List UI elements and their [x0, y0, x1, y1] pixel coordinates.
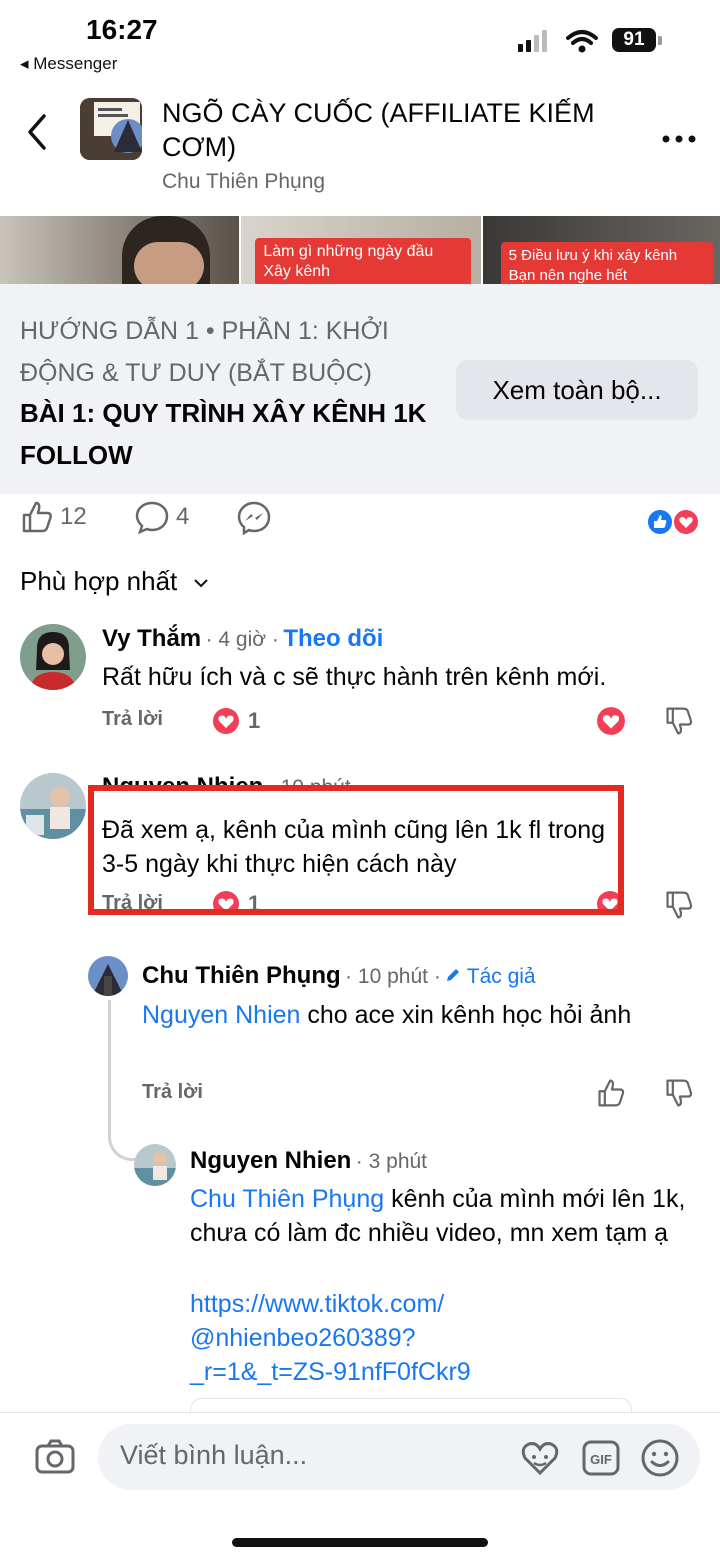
comment-count: 4 — [176, 503, 190, 530]
reply-1-mention[interactable]: Nguyen Nhien — [142, 1001, 300, 1029]
comment-sort-dropdown[interactable]: Phù hợp nhất — [20, 566, 209, 597]
tiktok-link-line-2: @nhienbeo260389? — [190, 1324, 416, 1352]
comment-1-header: Vy Thắm · 4 giờ · Theo dõi — [102, 625, 383, 653]
avatar-chu-thien-phung[interactable] — [88, 956, 128, 996]
battery-cap — [658, 36, 662, 45]
group-avatar[interactable] — [80, 98, 142, 160]
more-options-button[interactable] — [662, 118, 696, 152]
reply-1-author[interactable]: Chu Thiên Phụng — [142, 962, 341, 989]
battery-indicator: 91 — [612, 28, 656, 52]
thumbs-up-icon — [22, 501, 52, 533]
avatar-sticker-button[interactable] — [520, 1440, 560, 1481]
smiley-icon — [641, 1439, 679, 1477]
reply-2-mention[interactable]: Chu Thiên Phụng — [190, 1185, 384, 1213]
emoji-button[interactable] — [640, 1438, 680, 1483]
thumbs-down-icon — [666, 707, 693, 735]
thumbnail-2-caption: Làm gì những ngày đầu Xây kênh — [255, 238, 472, 284]
back-button[interactable] — [22, 112, 62, 156]
group-name[interactable]: NGÕ CÀY CUỐC (AFFILIATE KIẾM CƠM) — [162, 96, 652, 164]
see-all-button[interactable]: Xem toàn bộ... — [456, 360, 698, 420]
messenger-icon — [237, 501, 271, 536]
pencil-icon — [447, 969, 460, 981]
avatar-nguyen-nhien-small[interactable] — [134, 1144, 176, 1186]
thumbnail-3-caption: 5 Điều lưu ý khi xây kênh Bạn nên nghe h… — [500, 242, 713, 284]
tiktok-link-line-3: _r=1&_t=ZS-91nfF0fCkr9 — [190, 1358, 471, 1386]
author-badge-label: Tác giả — [466, 965, 536, 988]
status-time: 16:27 — [86, 14, 158, 45]
sort-label: Phù hợp nhất — [20, 566, 178, 596]
camera-button[interactable] — [34, 1438, 76, 1481]
reaction-summary[interactable] — [646, 508, 702, 541]
reply-2-header: Nguyen Nhien · 3 phút — [190, 1147, 427, 1175]
gif-button[interactable]: GIF — [582, 1440, 620, 1481]
thumbnail-1[interactable] — [0, 216, 240, 284]
reply-1-dislike-button[interactable] — [664, 1078, 694, 1113]
more-dots-icon — [662, 135, 696, 143]
comment-bubble-icon — [135, 501, 169, 534]
camera-icon — [35, 1439, 75, 1474]
reply-2-author[interactable]: Nguyen Nhien — [190, 1147, 351, 1174]
reply-2-text: Chu Thiên Phụng kênh của mình mới lên 1k… — [190, 1182, 700, 1250]
tiktok-link-line-1: https://www.tiktok.com/ — [190, 1290, 445, 1318]
like-count: 12 — [60, 503, 87, 530]
comment-1-reply-button[interactable]: Trả lời — [102, 708, 163, 731]
group-subtitle[interactable]: Chu Thiên Phụng — [162, 170, 325, 194]
chevron-down-icon — [193, 579, 208, 588]
post-title[interactable]: BÀI 1: QUY TRÌNH XÂY KÊNH 1K FOLLOW — [20, 392, 440, 476]
follow-button[interactable]: Theo dõi — [283, 625, 383, 652]
author-badge: Tác giả — [445, 965, 536, 988]
reply-1-header: Chu Thiên Phụng · 10 phút · Tác giả — [142, 962, 536, 990]
reply-1-like-button[interactable] — [596, 1078, 626, 1113]
comment-1-reaction[interactable]: 1 — [212, 707, 260, 735]
home-indicator — [232, 1538, 488, 1547]
reply-1-body: cho ace xin kênh học hỏi ảnh — [300, 1001, 632, 1029]
avatar-sticker-icon — [521, 1442, 559, 1476]
thumbnail-2[interactable]: Làm gì những ngày đầu Xây kênh — [241, 216, 481, 284]
tiktok-link[interactable]: https://www.tiktok.com/ @nhienbeo260389?… — [190, 1287, 690, 1389]
love-icon — [597, 707, 625, 735]
reply-1-time: · 10 phút · — [345, 965, 441, 988]
reply-2-time: · 3 phút — [355, 1150, 428, 1173]
highlight-box — [88, 785, 624, 915]
love-reaction-icon — [213, 708, 239, 734]
avatar-nguyen-nhien[interactable] — [20, 773, 86, 839]
avatar-vy-tham[interactable] — [20, 624, 86, 690]
link-preview-card[interactable] — [190, 1398, 632, 1413]
gif-icon: GIF — [582, 1440, 620, 1476]
comment-input-placeholder: Viết bình luận... — [120, 1440, 308, 1470]
comment-1-author[interactable]: Vy Thắm — [102, 625, 201, 652]
share-messenger-button[interactable] — [236, 500, 272, 536]
chevron-left-icon — [28, 114, 46, 150]
back-to-messenger[interactable]: ◂ Messenger — [20, 54, 117, 74]
comment-1-dislike-button[interactable] — [664, 706, 694, 741]
post-section: HƯỚNG DẪN 1 • PHẦN 1: KHỞI ĐỘNG & TƯ DUY… — [20, 317, 389, 387]
comment-1-love-button[interactable] — [596, 706, 626, 741]
thumbs-down-icon — [666, 1079, 693, 1107]
comment-1-time: · 4 giờ · — [205, 628, 279, 651]
thumbs-up-icon — [598, 1079, 625, 1107]
comment-2-dislike-button[interactable] — [664, 890, 694, 925]
comment-1-heart-count: 1 — [248, 708, 261, 733]
video-thumbnails[interactable]: Làm gì những ngày đầu Xây kênh 5 Điều lư… — [0, 216, 720, 284]
reply-1-reply-button[interactable]: Trả lời — [142, 1081, 203, 1104]
comment-1-text: Rất hữu ích và c sẽ thực hành trên kênh … — [102, 663, 607, 691]
signal-icon — [518, 28, 604, 59]
like-button[interactable]: 12 — [20, 500, 87, 534]
svg-text:GIF: GIF — [590, 1452, 612, 1467]
reply-1-text: Nguyen Nhien cho ace xin kênh học hỏi ản… — [142, 998, 692, 1032]
comment-button[interactable]: 4 — [134, 500, 189, 534]
thumbs-down-icon — [666, 891, 693, 919]
thumbnail-3[interactable]: 5 Điều lưu ý khi xây kênh Bạn nên nghe h… — [482, 216, 720, 284]
wifi-icon — [566, 30, 598, 53]
